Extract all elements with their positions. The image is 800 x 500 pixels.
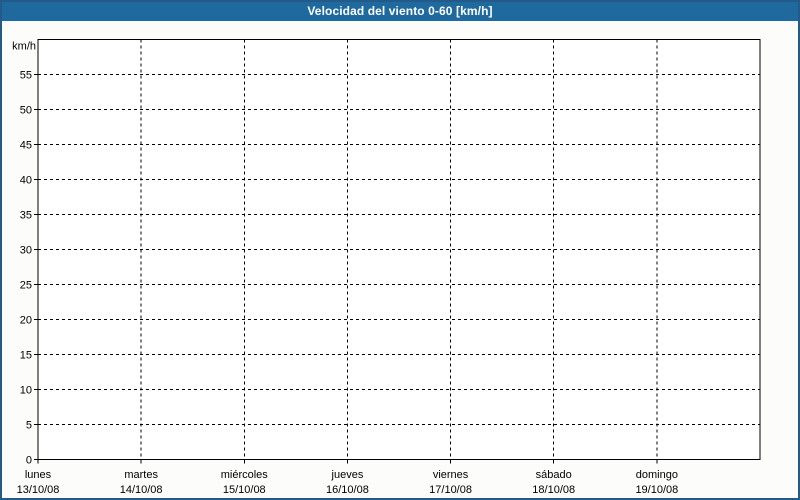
y-tick-label: 45	[20, 140, 32, 152]
y-tick-label: 20	[20, 315, 32, 327]
y-tick-label: 30	[20, 245, 32, 257]
x-date-label: 15/10/08	[223, 484, 266, 496]
x-day-label: miércoles	[221, 469, 269, 481]
x-date-label: 14/10/08	[120, 484, 163, 496]
y-tick-label: 50	[20, 105, 32, 117]
chart-grid: 0 5 10 15 20 25 30 35 40 45 50 55 km/h lunes 13/10/08 m…	[12, 39, 761, 496]
x-day-label: viernes	[433, 469, 469, 481]
y-axis-unit-label: km/h	[12, 41, 36, 53]
y-tick-label: 40	[20, 175, 32, 187]
y-tick-label: 35	[20, 210, 32, 222]
y-tick-label: 10	[20, 385, 32, 397]
y-tick-label: 0	[26, 455, 32, 467]
x-date-label: 13/10/08	[17, 484, 60, 496]
x-date-label: 17/10/08	[429, 484, 472, 496]
x-date-label: 19/10/08	[635, 484, 678, 496]
x-day-label: sábado	[536, 469, 572, 481]
y-tick-label: 5	[26, 420, 32, 432]
y-tick-label: 15	[20, 350, 32, 362]
x-day-label: lunes	[25, 469, 52, 481]
x-date-label: 16/10/08	[326, 484, 369, 496]
wind-speed-chart-window: Velocidad del viento 0-60 [km/h] 0 5 10 15 2…	[0, 0, 800, 500]
x-day-label: domingo	[636, 469, 678, 481]
x-day-label: martes	[124, 469, 158, 481]
y-tick-label: 55	[20, 70, 32, 82]
y-tick-label: 25	[20, 280, 32, 292]
x-date-label: 18/10/08	[532, 484, 575, 496]
x-day-label: jueves	[331, 469, 364, 481]
